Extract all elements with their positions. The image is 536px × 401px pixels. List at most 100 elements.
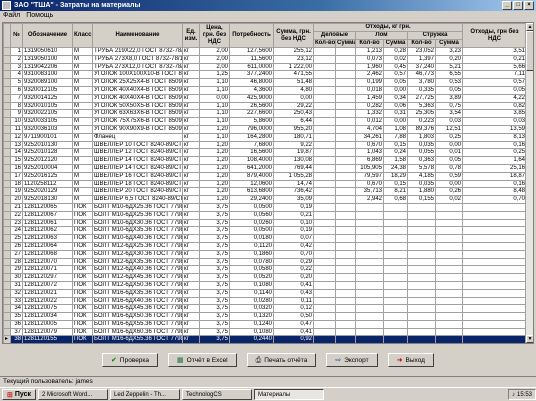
scroll-down-icon[interactable]: ▼ — [526, 335, 533, 343]
table-row[interactable]: 16 9252010004 М ШВЕЛЛЕР 14 ГОСТ 8240-89/СТ3… — [3, 163, 527, 173]
row-indicator[interactable] — [3, 226, 11, 236]
table-cell[interactable]: кг — [182, 210, 200, 220]
table-cell[interactable] — [383, 280, 408, 290]
table-cell[interactable]: 0,00 — [383, 117, 408, 126]
table-cell[interactable] — [335, 273, 356, 282]
table-cell[interactable] — [383, 218, 408, 228]
table-cell[interactable] — [313, 273, 336, 282]
table-cell[interactable] — [335, 70, 356, 80]
table-cell[interactable] — [335, 187, 356, 197]
table-cell[interactable]: 7,11 — [462, 70, 527, 80]
header-unit[interactable]: Ед. изм. — [182, 23, 200, 48]
table-cell[interactable]: 16,5600 — [229, 148, 274, 158]
table-cell[interactable]: 34 — [10, 304, 23, 314]
table-cell[interactable] — [407, 210, 436, 220]
table-cell[interactable]: 5,8600 — [229, 117, 274, 126]
row-indicator[interactable] — [3, 78, 11, 87]
table-cell[interactable]: 0,06 — [383, 101, 408, 111]
table-cell[interactable]: 35 — [10, 312, 23, 321]
table-cell[interactable]: 7 — [10, 93, 23, 103]
table-cell[interactable] — [313, 148, 336, 158]
table-cell[interactable]: 18 — [10, 179, 23, 189]
table-cell[interactable]: 28 — [10, 257, 23, 267]
table-cell[interactable]: кг — [182, 187, 200, 197]
table-cell[interactable]: кг — [182, 288, 200, 298]
scroll-thumb[interactable] — [526, 31, 533, 71]
table-cell[interactable] — [335, 124, 356, 134]
table-cell[interactable]: 736,42 — [273, 187, 314, 197]
table-cell[interactable] — [407, 226, 436, 236]
table-cell[interactable]: 127,5600 — [229, 47, 274, 56]
minimize-button[interactable]: _ — [502, 1, 512, 10]
table-cell[interactable]: 46,8000 — [229, 78, 274, 87]
table-cell[interactable]: 18,87 — [462, 171, 527, 181]
table-cell[interactable] — [335, 234, 356, 243]
table-cell[interactable]: 0,41 — [273, 327, 314, 337]
table-cell[interactable]: 22 — [10, 210, 23, 220]
table-cell[interactable] — [383, 288, 408, 298]
table-cell[interactable] — [313, 117, 336, 126]
table-cell[interactable] — [355, 265, 384, 275]
table-cell[interactable]: М — [72, 62, 93, 72]
table-cell[interactable] — [407, 327, 436, 337]
table-cell[interactable]: БОЛТ М10-6ДХ30.36 ГОСТ 7798-70 — [92, 218, 183, 228]
table-row[interactable]: 18 1120258112 М ШВЕЛЛЕР 18 ГОСТ 8240-89/СТ3… — [3, 179, 527, 189]
table-cell[interactable]: 0,70 — [273, 249, 314, 259]
table-cell[interactable]: 130,08 — [273, 156, 314, 165]
table-cell[interactable]: 11 — [10, 124, 23, 134]
table-cell[interactable]: 611,0000 — [229, 62, 274, 72]
table-cell[interactable]: 13 — [10, 140, 23, 150]
table-cell[interactable]: 0,2440 — [229, 335, 274, 343]
row-indicator[interactable]: ▸ — [3, 335, 11, 343]
table-cell[interactable] — [383, 202, 408, 212]
table-cell[interactable]: М — [72, 85, 93, 95]
table-cell[interactable]: 0,28 — [383, 47, 408, 56]
table-cell[interactable]: ТРУБА 273Х8,0 ГОСТ 8732-78/10 — [92, 54, 183, 64]
table-cell[interactable]: 0,335 — [407, 85, 436, 95]
table-cell[interactable] — [462, 319, 527, 329]
table-cell[interactable]: 0,20 — [435, 54, 463, 64]
table-cell[interactable] — [462, 226, 527, 236]
table-cell[interactable] — [335, 101, 356, 111]
table-cell[interactable] — [435, 319, 463, 329]
row-indicator[interactable] — [3, 265, 11, 275]
table-cell[interactable]: ШВЕЛЛЕР 20 ГОСТ 8240-89/СТ3 — [92, 187, 183, 197]
table-cell[interactable] — [383, 304, 408, 314]
table-cell[interactable]: 9252010004 — [22, 163, 73, 173]
table-cell[interactable]: 5 — [10, 78, 23, 87]
table-cell[interactable]: ТРУБА 273Х12,0 ГОСТ 8732-78/10 — [92, 62, 183, 72]
table-cell[interactable]: кг — [182, 117, 200, 126]
table-cell[interactable] — [313, 54, 336, 64]
table-cell[interactable]: 0,1140 — [229, 288, 274, 298]
table-cell[interactable]: 2,00 — [199, 47, 230, 56]
table-cell[interactable]: 25,16 — [462, 163, 527, 173]
table-cell[interactable]: 1,043 — [355, 148, 384, 158]
table-cell[interactable] — [313, 78, 336, 87]
table-cell[interactable] — [335, 47, 356, 56]
table-cell[interactable]: 1319050100 — [22, 54, 73, 64]
table-row[interactable]: ▸ 38 1281120155 ПОК БОЛТ М16-6ДХ55.36 ГОСТ 7… — [3, 335, 527, 343]
table-cell[interactable]: кг — [182, 312, 200, 321]
table-cell[interactable] — [313, 101, 336, 111]
table-cell[interactable] — [435, 296, 463, 306]
table-cell[interactable] — [313, 296, 336, 306]
table-cell[interactable] — [407, 288, 436, 298]
table-cell[interactable]: М — [72, 156, 93, 165]
row-indicator[interactable] — [3, 124, 11, 134]
table-cell[interactable]: БОЛТ М16-6ДХ55.36 ГОСТ 7798-70 — [92, 335, 183, 343]
table-cell[interactable]: 30 — [10, 273, 23, 282]
table-cell[interactable]: 0,82 — [462, 101, 527, 111]
row-indicator[interactable] — [3, 327, 11, 337]
table-cell[interactable]: ПОК — [72, 257, 93, 267]
table-cell[interactable]: 796,0000 — [229, 124, 274, 134]
table-cell[interactable]: 25,305 — [407, 109, 436, 119]
table-cell[interactable]: 180,71 — [273, 132, 314, 142]
table-cell[interactable]: БОЛТ М12-6ДХ30.36 ГОСТ 7798-70 — [92, 249, 183, 259]
table-cell[interactable]: ПОК — [72, 265, 93, 275]
table-cell[interactable]: БОЛТ М12-6ДХ25.36 ГОСТ 7798-70 — [92, 241, 183, 251]
menu-file[interactable]: Файл — [3, 11, 20, 21]
table-cell[interactable]: кг — [182, 273, 200, 282]
table-cell[interactable]: УГОЛОК 63Х63Х6-В ГОСТ 8509-86 — [92, 109, 183, 119]
table-row[interactable]: 15 9252012120 М ШВЕЛЛЕР 14 ГОСТ 8240-89/СТ3… — [3, 156, 527, 165]
table-cell[interactable]: 15 — [10, 156, 23, 165]
